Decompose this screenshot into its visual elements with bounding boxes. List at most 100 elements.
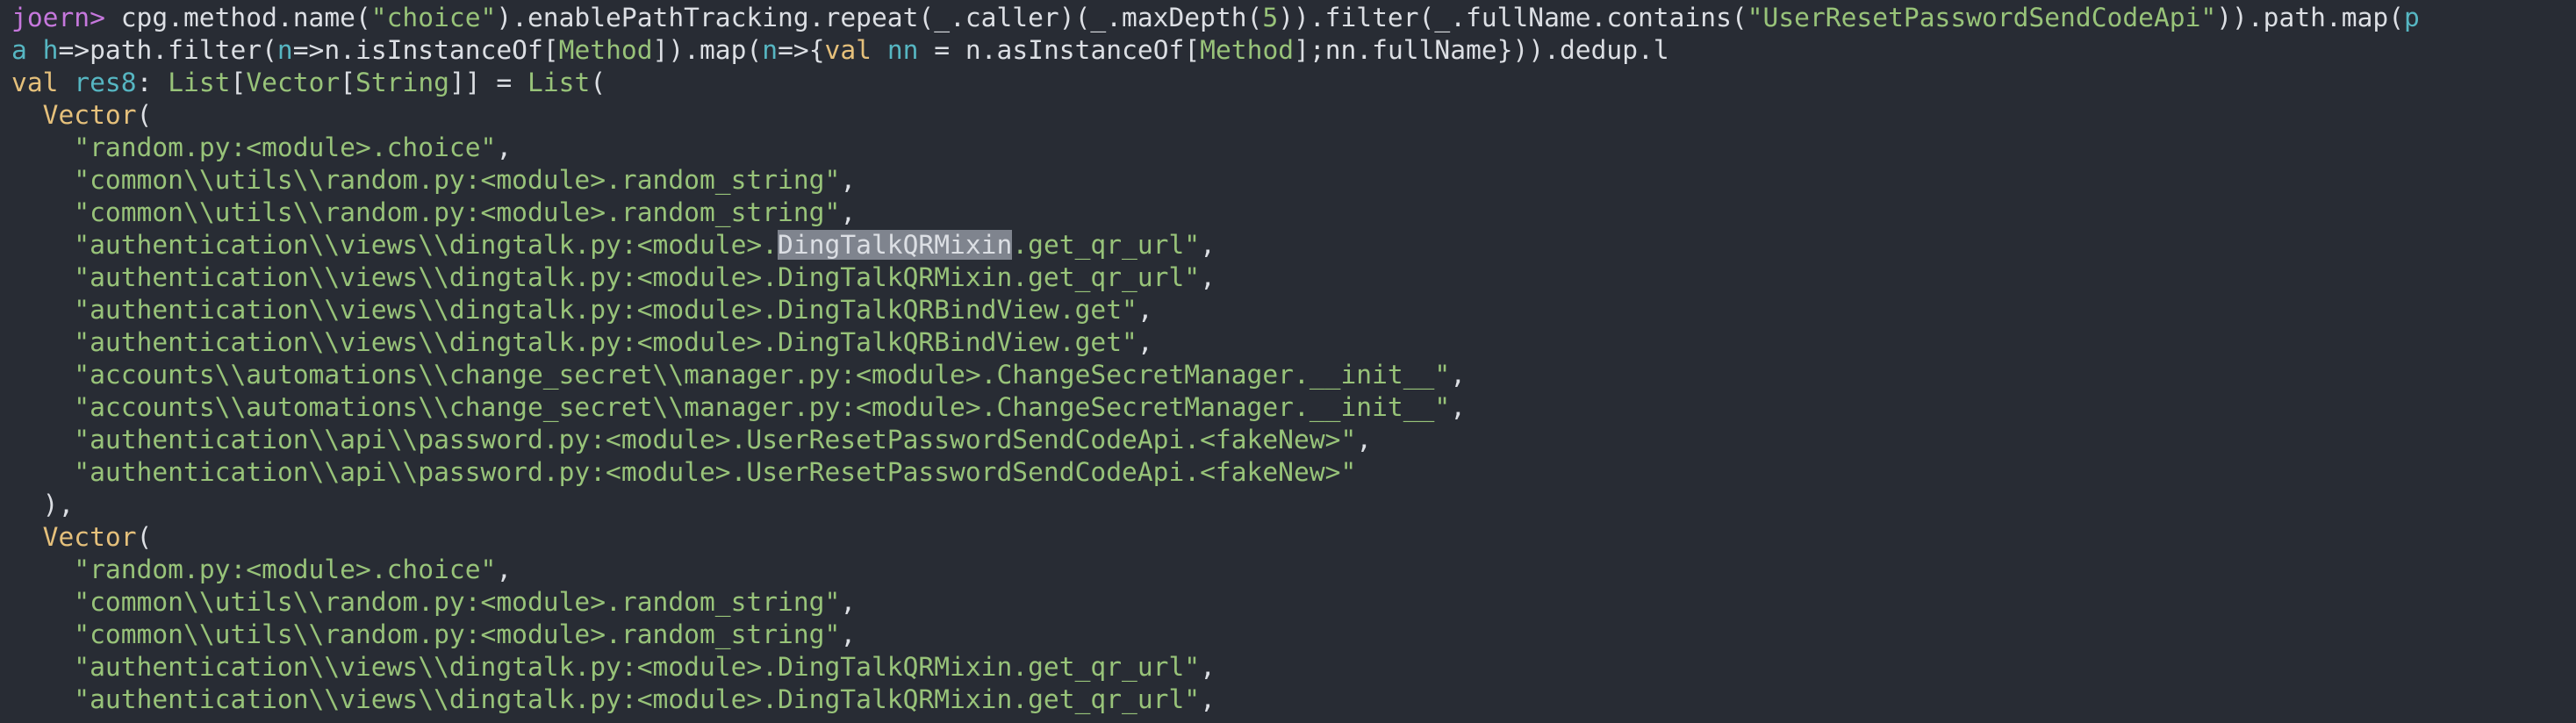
- code-token: Vector: [42, 522, 137, 552]
- terminal-line: "common\\utils\\random.py:<module>.rando…: [11, 197, 2576, 229]
- terminal-line: "authentication\\views\\dingtalk.py:<mod…: [11, 294, 2576, 326]
- code-token: ,: [1356, 425, 1373, 455]
- code-token: "common\\utils\\random.py:<module>.rando…: [74, 587, 841, 617]
- code-token: =>n.isInstanceOf[: [292, 35, 559, 65]
- code-token: "common\\utils\\random.py:<module>.rando…: [74, 165, 841, 195]
- terminal-line: "authentication\\api\\password.py:<modul…: [11, 424, 2576, 456]
- code-token: cpg.method.name(: [120, 3, 371, 32]
- code-token: ]] =: [448, 68, 528, 97]
- code-token: )).path.map(: [2216, 3, 2405, 32]
- code-token: =>{: [778, 35, 825, 65]
- code-token: ,: [1200, 230, 1216, 260]
- terminal-line: "common\\utils\\random.py:<module>.rando…: [11, 164, 2576, 197]
- code-token: nn: [886, 35, 919, 65]
- code-token: ];nn.fullName})).dedup.l: [1294, 35, 1669, 65]
- code-token: "choice": [370, 3, 497, 32]
- code-token: val: [11, 68, 59, 97]
- code-token: (: [136, 522, 153, 552]
- code-token: (: [136, 100, 153, 130]
- code-token: "random.py:<module>.choice": [74, 555, 497, 584]
- terminal-line: a h=>path.filter(n=>n.isInstanceOf[Metho…: [11, 34, 2576, 67]
- code-token: "UserResetPasswordSendCodeApi": [1747, 3, 2217, 32]
- code-token: "accounts\\automations\\change_secret\\m…: [74, 392, 1451, 422]
- terminal-line: "common\\utils\\random.py:<module>.rando…: [11, 619, 2576, 651]
- code-token: ).enablePathTracking.repeat(_.caller)(_.…: [496, 3, 1263, 32]
- selected-text: DingTalkQRMixin: [778, 230, 1013, 260]
- code-token: Vector: [246, 68, 341, 97]
- code-token: [: [340, 68, 356, 97]
- terminal-line: "common\\utils\\random.py:<module>.rando…: [11, 586, 2576, 619]
- code-token: a: [11, 35, 43, 65]
- code-token: ,: [1200, 652, 1216, 682]
- code-token: val: [824, 35, 872, 65]
- terminal-line: "authentication\\views\\dingtalk.py:<mod…: [11, 326, 2576, 359]
- code-token: ,: [1137, 295, 1153, 325]
- terminal-line: Vector(: [11, 521, 2576, 554]
- terminal-line: Vector(: [11, 99, 2576, 132]
- code-token: "authentication\\views\\dingtalk.py:<mod…: [74, 262, 1201, 292]
- code-token: "authentication\\views\\dingtalk.py:<mod…: [74, 295, 1137, 325]
- code-token: ,: [496, 555, 513, 584]
- terminal-line: "random.py:<module>.choice",: [11, 554, 2576, 586]
- terminal-line: "accounts\\automations\\change_secret\\m…: [11, 391, 2576, 424]
- code-token: p: [2404, 3, 2420, 32]
- terminal-line: "authentication\\views\\dingtalk.py:<mod…: [11, 261, 2576, 294]
- code-token: ,: [840, 587, 857, 617]
- code-token: ,: [840, 165, 857, 195]
- code-token: n: [762, 35, 779, 65]
- code-token: .get_qr_url": [1012, 230, 1201, 260]
- code-token: "common\\utils\\random.py:<module>.rando…: [74, 197, 841, 227]
- code-token: ,: [1450, 392, 1467, 422]
- code-token: ]).map(: [652, 35, 763, 65]
- code-token: "random.py:<module>.choice": [74, 132, 497, 162]
- code-token: Method: [558, 35, 653, 65]
- terminal-line: joern> cpg.method.name("choice").enableP…: [11, 2, 2576, 34]
- terminal-line: "authentication\\views\\dingtalk.py:<mod…: [11, 651, 2576, 684]
- code-token: )).filter(_.fullName.contains(: [1278, 3, 1747, 32]
- code-token: ,: [496, 132, 513, 162]
- terminal-line: val res8: List[Vector[String]] = List(: [11, 67, 2576, 99]
- code-token: ,: [1450, 360, 1467, 390]
- code-token: "authentication\\views\\dingtalk.py:<mod…: [74, 652, 1201, 682]
- code-token: res8: [74, 68, 137, 97]
- code-token: "authentication\\views\\dingtalk.py:<mod…: [74, 684, 1201, 714]
- code-token: Method: [1200, 35, 1295, 65]
- code-token: "authentication\\api\\password.py:<modul…: [74, 457, 1357, 487]
- shell-prompt: joern>: [11, 3, 121, 32]
- terminal-line: "accounts\\automations\\change_secret\\m…: [11, 359, 2576, 391]
- code-token: ,: [1137, 327, 1153, 357]
- code-token: ,: [1200, 262, 1216, 292]
- code-token: Vector: [42, 100, 137, 130]
- code-token: List: [168, 68, 231, 97]
- terminal-line: "authentication\\api\\password.py:<modul…: [11, 456, 2576, 489]
- code-token: =>path.filter(: [58, 35, 277, 65]
- code-token: :: [136, 68, 169, 97]
- code-token: ,: [840, 619, 857, 649]
- code-token: List: [527, 68, 591, 97]
- code-token: "accounts\\automations\\change_secret\\m…: [74, 360, 1451, 390]
- terminal-line: "authentication\\views\\dingtalk.py:<mod…: [11, 229, 2576, 261]
- code-token: ,: [840, 197, 857, 227]
- terminal-output[interactable]: joern> cpg.method.name("choice").enableP…: [0, 0, 2576, 723]
- terminal-line: ),: [11, 489, 2576, 521]
- code-token: String: [355, 68, 449, 97]
- code-token: "authentication\\views\\dingtalk.py:<mod…: [74, 327, 1137, 357]
- code-token: h: [42, 35, 59, 65]
- code-token: "authentication\\api\\password.py:<modul…: [74, 425, 1357, 455]
